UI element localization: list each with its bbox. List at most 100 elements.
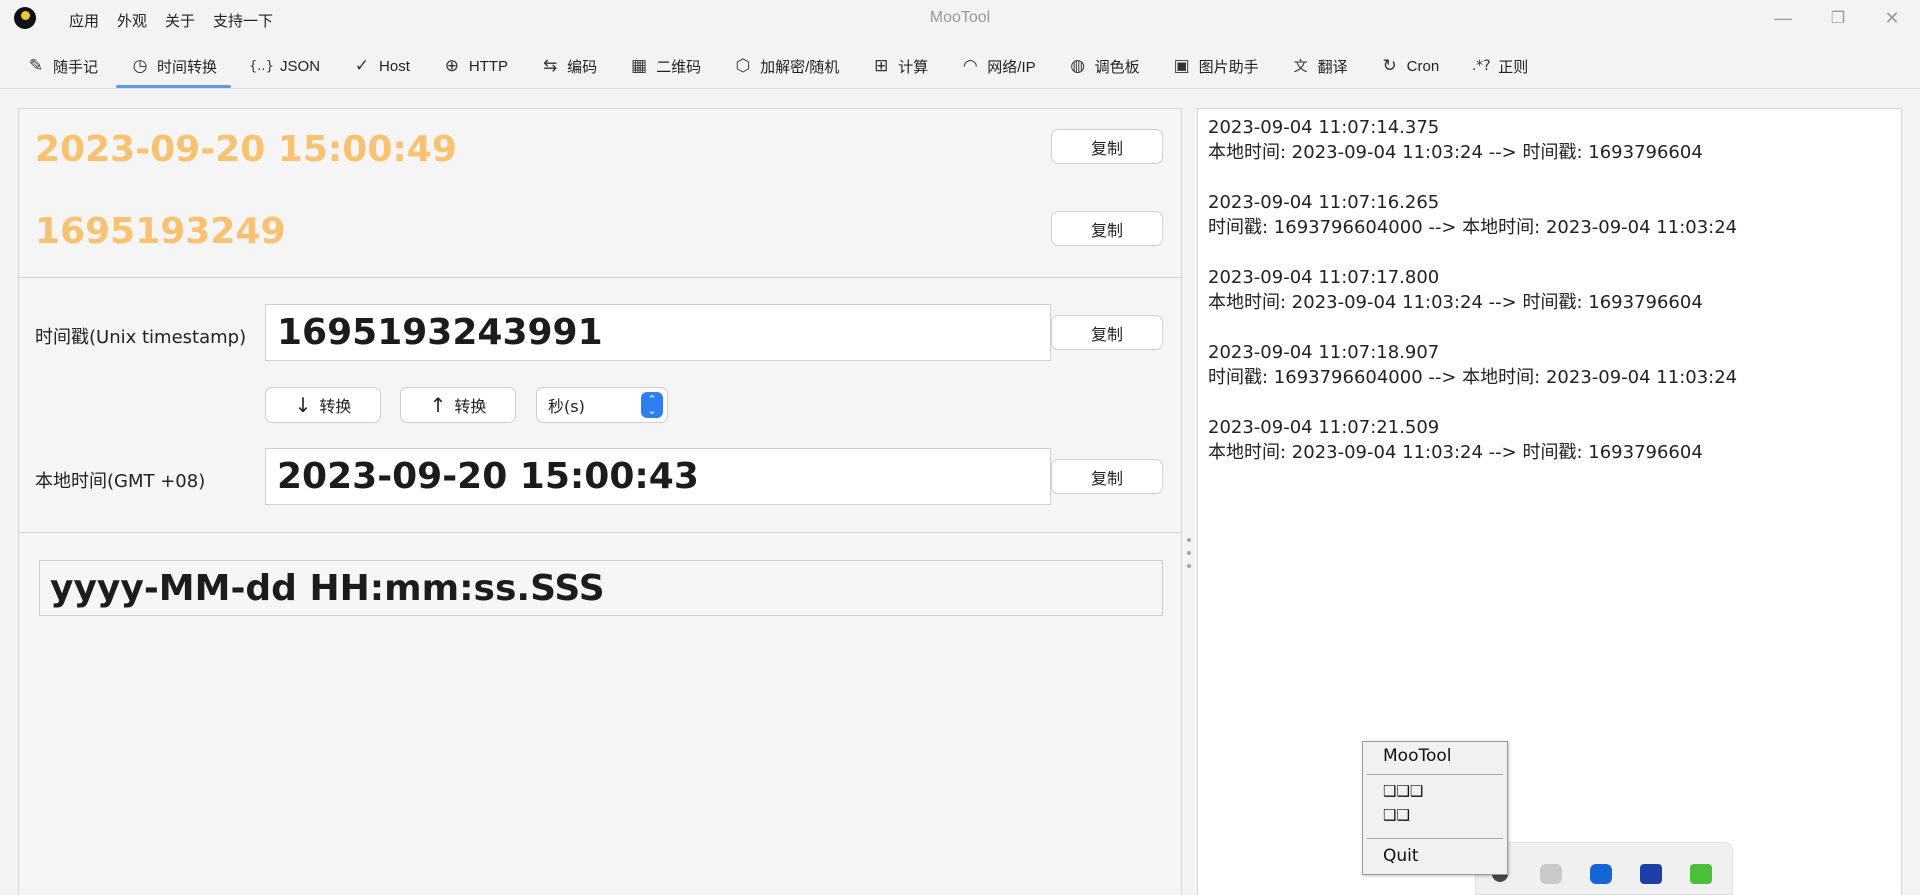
log-time: 2023-09-04 11:07:14.375 bbox=[1208, 117, 1440, 138]
divider bbox=[19, 532, 1181, 533]
arrow-up-icon: ↑ bbox=[429, 393, 447, 417]
current-timestamp: 1695193249 bbox=[35, 211, 286, 252]
log-detail: 本地时间: 2023-09-04 11:03:24 --> 时间戳: 16937… bbox=[1208, 442, 1703, 463]
log-entry: 2023-09-04 11:07:18.907 时间戳: 16937966040… bbox=[1208, 340, 1891, 390]
tab-label: 加解密/随机 bbox=[760, 58, 840, 76]
qrcode-icon: ▦ bbox=[631, 56, 648, 76]
chat-app-tray-icon[interactable] bbox=[1540, 864, 1562, 884]
current-datetime: 2023-09-20 15:00:49 bbox=[35, 129, 457, 170]
security-shield-tray-icon[interactable] bbox=[1590, 864, 1612, 884]
tray-context-menu: MooTool ❑❑❑ ❑❑ Quit bbox=[1362, 741, 1508, 875]
local-time-input[interactable]: 2023-09-20 15:00:43 bbox=[265, 448, 1051, 505]
log-detail: 本地时间: 2023-09-04 11:03:24 --> 时间戳: 16937… bbox=[1208, 292, 1703, 313]
tab-label: 随手记 bbox=[53, 58, 99, 76]
tab-label: 正则 bbox=[1498, 58, 1529, 76]
calculator-icon: ⊞ bbox=[874, 56, 889, 76]
convert-to-local-button[interactable]: ↓ 转换 bbox=[265, 387, 381, 423]
menu-item-show[interactable]: ❑❑❑ bbox=[1383, 782, 1423, 800]
copy-datetime-button[interactable]: 复制 bbox=[1051, 129, 1163, 164]
tab-qrcode[interactable]: ▦ 二维码 bbox=[613, 44, 717, 88]
unit-select[interactable]: 秒(s) ⌃ ⌄ bbox=[536, 387, 668, 423]
tab-encoding[interactable]: ⇆ 编码 bbox=[524, 44, 613, 88]
tab-label: 二维码 bbox=[656, 58, 702, 76]
log-detail: 本地时间: 2023-09-04 11:03:24 --> 时间戳: 16937… bbox=[1208, 142, 1703, 163]
copy-timestamp-button[interactable]: 复制 bbox=[1051, 211, 1163, 246]
cube-icon: ⬡ bbox=[735, 56, 751, 76]
tab-http[interactable]: ⊕ HTTP bbox=[426, 44, 524, 88]
restore-button[interactable]: ❐ bbox=[1818, 6, 1858, 30]
check-icon: ✓ bbox=[354, 56, 370, 76]
menu-item-hide[interactable]: ❑❑ bbox=[1383, 806, 1410, 824]
log-time: 2023-09-04 11:07:17.800 bbox=[1208, 267, 1440, 288]
button-label: 转换 bbox=[319, 397, 352, 416]
arrow-down-icon: ↓ bbox=[294, 393, 312, 417]
tab-label: 计算 bbox=[898, 58, 929, 76]
chevron-updown-icon: ⌃ ⌄ bbox=[641, 392, 663, 418]
close-button[interactable]: ✕ bbox=[1872, 6, 1912, 30]
tab-json[interactable]: {..} JSON bbox=[233, 44, 336, 88]
window-title: MooTool bbox=[929, 9, 991, 26]
tab-label: Host bbox=[379, 57, 410, 75]
log-time: 2023-09-04 11:07:18.907 bbox=[1208, 342, 1440, 363]
tab-calc[interactable]: ⊞ 计算 bbox=[855, 44, 944, 88]
unit-select-value: 秒(s) bbox=[548, 397, 585, 416]
format-pattern-input[interactable]: yyyy-MM-dd HH:mm:ss.SSS bbox=[39, 560, 1163, 616]
log-detail: 时间戳: 1693796604000 --> 本地时间: 2023-09-04 … bbox=[1208, 367, 1738, 388]
tab-host[interactable]: ✓ Host bbox=[336, 44, 426, 88]
tab-notes[interactable]: ✎ 随手记 bbox=[10, 44, 114, 88]
tab-time-convert[interactable]: ◷ 时间转换 bbox=[114, 44, 233, 88]
tab-cron[interactable]: ↻ Cron bbox=[1364, 44, 1456, 88]
timestamp-label: 时间戳(Unix timestamp) bbox=[35, 327, 247, 348]
copy-local-time-button[interactable]: 复制 bbox=[1051, 459, 1163, 494]
divider bbox=[19, 277, 1181, 278]
tab-label: 调色板 bbox=[1094, 58, 1140, 76]
tab-label: HTTP bbox=[468, 57, 509, 75]
tab-network[interactable]: ◠ 网络/IP bbox=[944, 44, 1051, 88]
regex-icon: .*? bbox=[1471, 58, 1491, 74]
braces-icon: {..} bbox=[249, 58, 274, 74]
tab-palette[interactable]: ◍ 调色板 bbox=[1052, 44, 1156, 88]
copy-timestamp-input-button[interactable]: 复制 bbox=[1051, 315, 1163, 350]
pencil-icon: ✎ bbox=[28, 56, 44, 76]
media-player-tray-icon[interactable] bbox=[1690, 864, 1712, 884]
menu-item-mootool[interactable]: MooTool bbox=[1383, 746, 1452, 766]
log-detail: 时间戳: 1693796604000 --> 本地时间: 2023-09-04 … bbox=[1208, 217, 1738, 238]
title-bar: 应用 外观 关于 支持一下 MooTool — ❐ ✕ bbox=[0, 0, 1920, 38]
tab-label: 时间转换 bbox=[157, 58, 218, 76]
log-entry: 2023-09-04 11:07:16.265 时间戳: 16937966040… bbox=[1208, 190, 1891, 240]
tab-label: 图片助手 bbox=[1198, 58, 1259, 76]
local-time-label: 本地时间(GMT +08) bbox=[35, 471, 206, 492]
tab-label: JSON bbox=[280, 57, 321, 75]
convert-to-timestamp-button[interactable]: ↑ 转换 bbox=[400, 387, 516, 423]
tab-label: 网络/IP bbox=[987, 58, 1036, 76]
tab-crypto[interactable]: ⬡ 加解密/随机 bbox=[717, 44, 855, 88]
menu-separator bbox=[1367, 774, 1503, 775]
palette-icon: ◍ bbox=[1070, 56, 1086, 76]
timestamp-input[interactable]: 1695193243991 bbox=[265, 304, 1051, 361]
tab-label: 翻译 bbox=[1317, 58, 1348, 76]
tool-tabs: ✎ 随手记 ◷ 时间转换 {..} JSON ✓ Host ⊕ HTTP ⇆ 编码 ▦ 二维码… bbox=[0, 44, 1920, 88]
tabbar-divider bbox=[0, 88, 1920, 89]
globe-icon: ⊕ bbox=[444, 56, 460, 76]
minimize-button[interactable]: — bbox=[1763, 6, 1803, 30]
tab-translate[interactable]: 文翻译 bbox=[1275, 44, 1364, 88]
log-time: 2023-09-04 11:07:16.265 bbox=[1208, 192, 1440, 213]
tab-label: 编码 bbox=[567, 58, 598, 76]
tab-image[interactable]: ▣ 图片助手 bbox=[1156, 44, 1275, 88]
cron-icon: ↻ bbox=[1382, 56, 1397, 76]
log-entry: 2023-09-04 11:07:17.800 本地时间: 2023-09-04… bbox=[1208, 265, 1891, 315]
clock-icon: ◷ bbox=[132, 56, 148, 76]
history-log: 2023-09-04 11:07:14.375 本地时间: 2023-09-04… bbox=[1197, 108, 1902, 895]
tab-regex[interactable]: .*? 正则 bbox=[1455, 44, 1544, 88]
menu-separator bbox=[1367, 838, 1503, 839]
panel-splitter-handle[interactable] bbox=[1185, 538, 1193, 568]
log-entry: 2023-09-04 11:07:21.509 本地时间: 2023-09-04… bbox=[1208, 415, 1891, 465]
menu-item-quit[interactable]: Quit bbox=[1383, 846, 1419, 866]
tab-label: Cron bbox=[1406, 57, 1440, 75]
translate-icon: 文 bbox=[1293, 59, 1308, 75]
jetbrains-tray-icon[interactable] bbox=[1640, 864, 1662, 884]
button-label: 转换 bbox=[454, 397, 487, 416]
time-convert-panel: 2023-09-20 15:00:49 复制 1695193249 复制 时间戳… bbox=[18, 108, 1182, 895]
log-time: 2023-09-04 11:07:21.509 bbox=[1208, 417, 1440, 438]
log-entry: 2023-09-04 11:07:14.375 本地时间: 2023-09-04… bbox=[1208, 115, 1891, 165]
